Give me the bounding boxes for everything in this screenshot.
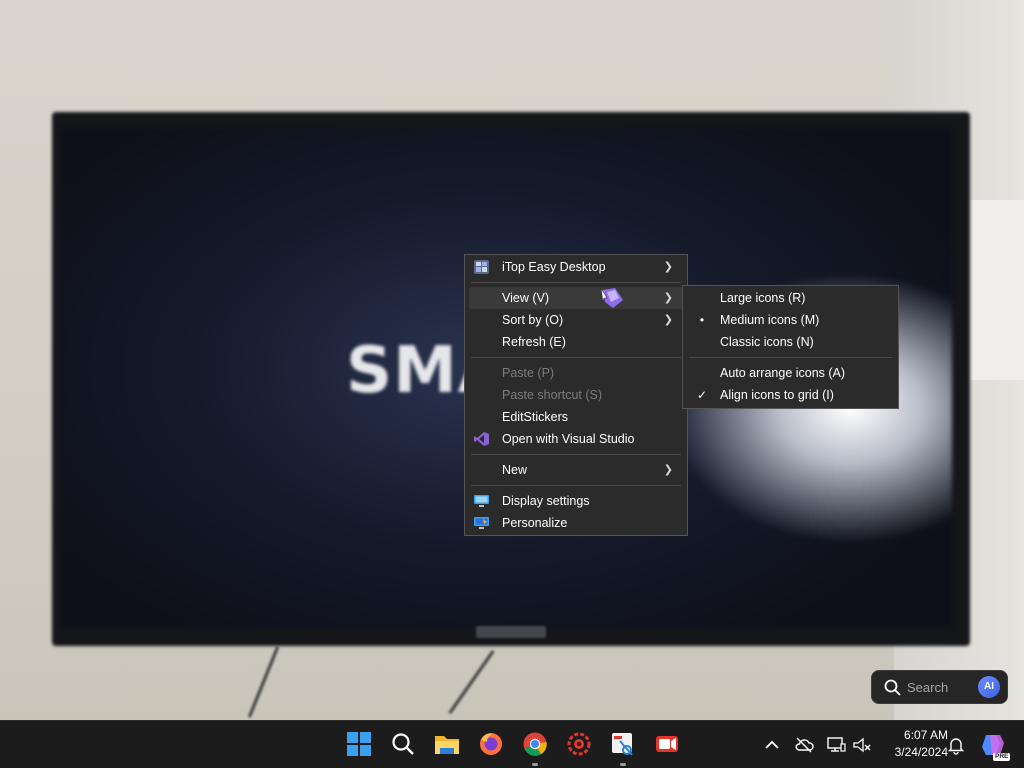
menu-item-label: Display settings — [502, 494, 590, 508]
chrome-icon[interactable] — [522, 731, 548, 757]
menu-item-label: iTop Easy Desktop — [502, 260, 606, 274]
file-explorer-icon[interactable] — [434, 731, 460, 757]
submenu-item-large-icons[interactable]: Large icons (R) — [683, 287, 898, 309]
red-gear-app-icon[interactable] — [566, 731, 592, 757]
preview-badge: PRE — [993, 753, 1011, 761]
menu-item-paste: Paste (P) — [465, 362, 687, 384]
cloud-offline-icon[interactable] — [794, 735, 814, 755]
volume-muted-icon[interactable] — [852, 735, 872, 755]
checkmark-icon: ✓ — [696, 388, 708, 402]
ai-assistant-icon[interactable]: AI — [978, 676, 1000, 698]
chevron-right-icon: ❯ — [663, 261, 673, 273]
menu-item-label: Medium icons (M) — [720, 313, 820, 327]
start-icon[interactable] — [346, 731, 372, 757]
clock[interactable]: 6:07 AM 3/24/2024 — [876, 727, 948, 761]
network-icon[interactable] — [826, 735, 846, 755]
chevron-right-icon: ❯ — [663, 292, 673, 304]
clock-time: 6:07 AM — [903, 728, 948, 742]
bullet-icon: • — [699, 313, 705, 327]
menu-item-paste-shortcut: Paste shortcut (S) — [465, 384, 687, 406]
menu-separator — [471, 282, 681, 283]
menu-item-personalize[interactable]: Personalize — [465, 512, 687, 534]
menu-item-sort-by[interactable]: Sort by (O) ❯ — [465, 309, 687, 331]
menu-separator — [471, 357, 681, 358]
menu-separator — [471, 485, 681, 486]
menu-item-label: Paste shortcut (S) — [502, 388, 603, 402]
menu-item-editstickers[interactable]: EditStickers — [465, 406, 687, 428]
menu-item-label: Align icons to grid (I) — [720, 388, 834, 402]
submenu-item-medium-icons[interactable]: • Medium icons (M) — [683, 309, 898, 331]
submenu-item-auto-arrange-icons[interactable]: Auto arrange icons (A) — [683, 362, 898, 384]
cable — [448, 650, 495, 714]
menu-item-label: View (V) — [502, 291, 550, 305]
personalize-icon — [474, 517, 489, 529]
menu-item-label: Auto arrange icons (A) — [720, 366, 846, 380]
clock-date: 3/24/2024 — [894, 745, 948, 759]
notifications-bell-icon[interactable] — [946, 735, 966, 755]
menu-item-label: Classic icons (N) — [720, 335, 814, 349]
cable — [247, 646, 280, 718]
menu-item-label: EditStickers — [502, 410, 568, 424]
menu-item-itop-easy-desktop[interactable]: iTop Easy Desktop ❯ — [465, 256, 687, 278]
search-icon — [884, 679, 901, 696]
menu-item-open-with-visual-studio[interactable]: Open with Visual Studio — [465, 428, 687, 450]
running-indicator — [532, 763, 538, 766]
snipping-tool-icon[interactable] — [610, 731, 636, 757]
menu-item-label: Paste (P) — [502, 366, 555, 380]
chevron-up-icon[interactable] — [762, 735, 782, 755]
visual-studio-icon — [474, 432, 489, 446]
chevron-right-icon: ❯ — [663, 314, 673, 326]
menu-item-label: Personalize — [502, 516, 568, 530]
firefox-icon[interactable] — [478, 731, 504, 757]
running-indicator — [620, 763, 626, 766]
desktop-context-menu: iTop Easy Desktop ❯ View (V) ❯ Sort by (… — [464, 254, 688, 536]
itop-easy-desktop-icon — [474, 260, 489, 274]
menu-item-label: Large icons (R) — [720, 291, 806, 305]
search-icon[interactable] — [390, 731, 416, 757]
menu-separator — [689, 357, 892, 358]
menu-item-label: New — [502, 463, 528, 477]
menu-item-new[interactable]: New ❯ — [465, 459, 687, 481]
screen-recorder-icon[interactable] — [654, 731, 680, 757]
taskbar: 6:07 AM 3/24/2024 PRE — [0, 720, 1024, 768]
submenu-item-classic-icons[interactable]: Classic icons (N) — [683, 331, 898, 353]
tv-brand-badge — [476, 626, 546, 638]
menu-item-display-settings[interactable]: Display settings — [465, 490, 687, 512]
view-submenu: Large icons (R) • Medium icons (M) Class… — [682, 285, 899, 409]
search-placeholder: Search — [907, 680, 949, 695]
menu-item-view[interactable]: View (V) ❯ — [469, 287, 683, 309]
menu-item-refresh[interactable]: Refresh (E) — [465, 331, 687, 353]
menu-item-label: Refresh (E) — [502, 335, 566, 349]
display-settings-icon — [474, 495, 489, 507]
submenu-item-align-icons-to-grid[interactable]: ✓ Align icons to grid (I) — [683, 384, 898, 406]
menu-separator — [471, 454, 681, 455]
menu-item-label: Sort by (O) — [502, 313, 564, 327]
sticker-cursor-icon — [600, 287, 623, 308]
chevron-right-icon: ❯ — [663, 464, 673, 476]
menu-item-label: Open with Visual Studio — [502, 432, 635, 446]
